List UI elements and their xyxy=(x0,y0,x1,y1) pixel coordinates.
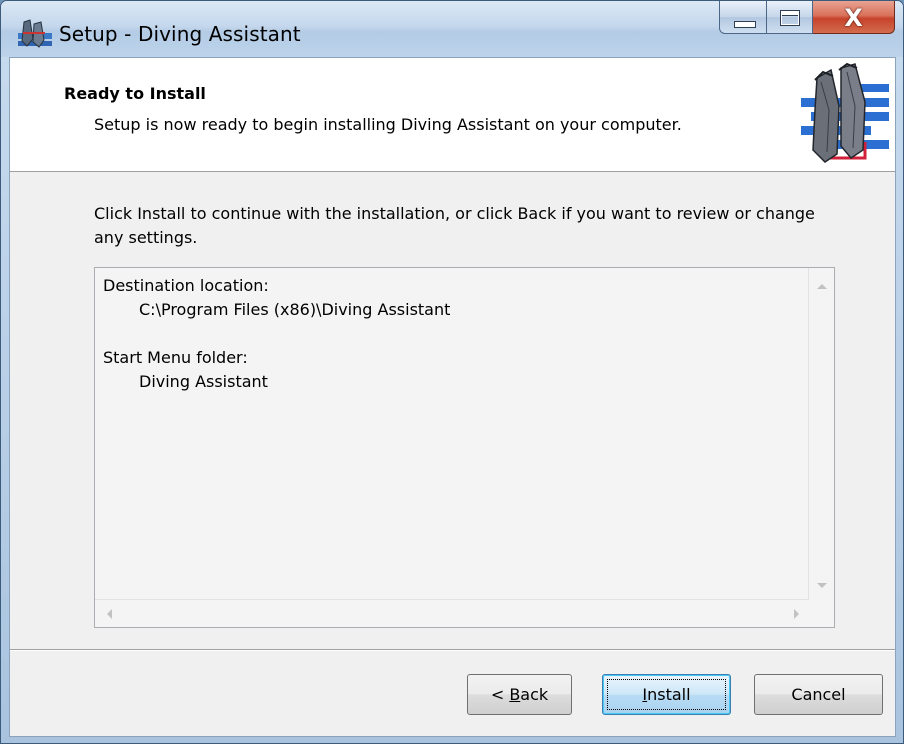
focus-rectangle xyxy=(607,679,726,710)
page-subtitle: Setup is now ready to begin installing D… xyxy=(94,115,682,134)
scroll-left-icon[interactable] xyxy=(107,609,112,619)
back-prefix: < xyxy=(490,685,510,704)
ready-memo[interactable]: Destination location: C:\Program Files (x… xyxy=(94,267,835,628)
page-title: Ready to Install xyxy=(64,84,206,103)
setup-window: Setup - Diving Assistant X Ready to Inst… xyxy=(0,0,904,744)
horizontal-scrollbar[interactable] xyxy=(95,599,809,627)
window-title: Setup - Diving Assistant xyxy=(59,22,301,46)
scroll-down-icon[interactable] xyxy=(817,583,827,588)
back-button[interactable]: < Back xyxy=(467,674,572,715)
close-button[interactable]: X xyxy=(813,1,895,34)
instruction-text: Click Install to continue with the insta… xyxy=(94,204,815,247)
footer-divider xyxy=(10,649,895,651)
wizard-header: Ready to Install Setup is now ready to b… xyxy=(10,58,895,172)
scroll-up-icon[interactable] xyxy=(817,284,827,289)
memo-content: Destination location: C:\Program Files (x… xyxy=(103,274,450,394)
startmenu-value: Diving Assistant xyxy=(139,372,268,391)
close-icon: X xyxy=(844,4,863,32)
diving-fins-image xyxy=(801,62,889,163)
maximize-icon xyxy=(780,10,800,26)
scroll-right-icon[interactable] xyxy=(794,609,799,619)
startmenu-label: Start Menu folder: xyxy=(103,348,248,367)
cancel-button[interactable]: Cancel xyxy=(754,674,883,715)
app-icon xyxy=(18,19,52,48)
scrollbar-corner xyxy=(809,600,834,627)
back-label-rest: ack xyxy=(520,685,549,704)
maximize-button[interactable] xyxy=(767,1,813,34)
destination-label: Destination location: xyxy=(103,276,269,295)
minimize-icon xyxy=(734,21,756,28)
wizard-client-area: Ready to Install Setup is now ready to b… xyxy=(9,57,896,737)
back-accelerator: B xyxy=(509,685,521,704)
vertical-scrollbar[interactable] xyxy=(808,268,834,600)
minimize-button[interactable] xyxy=(719,1,767,34)
caption-buttons: X xyxy=(719,1,895,35)
title-bar[interactable]: Setup - Diving Assistant X xyxy=(1,1,903,57)
destination-value: C:\Program Files (x86)\Diving Assistant xyxy=(139,300,451,319)
install-button[interactable]: Install xyxy=(602,674,731,715)
